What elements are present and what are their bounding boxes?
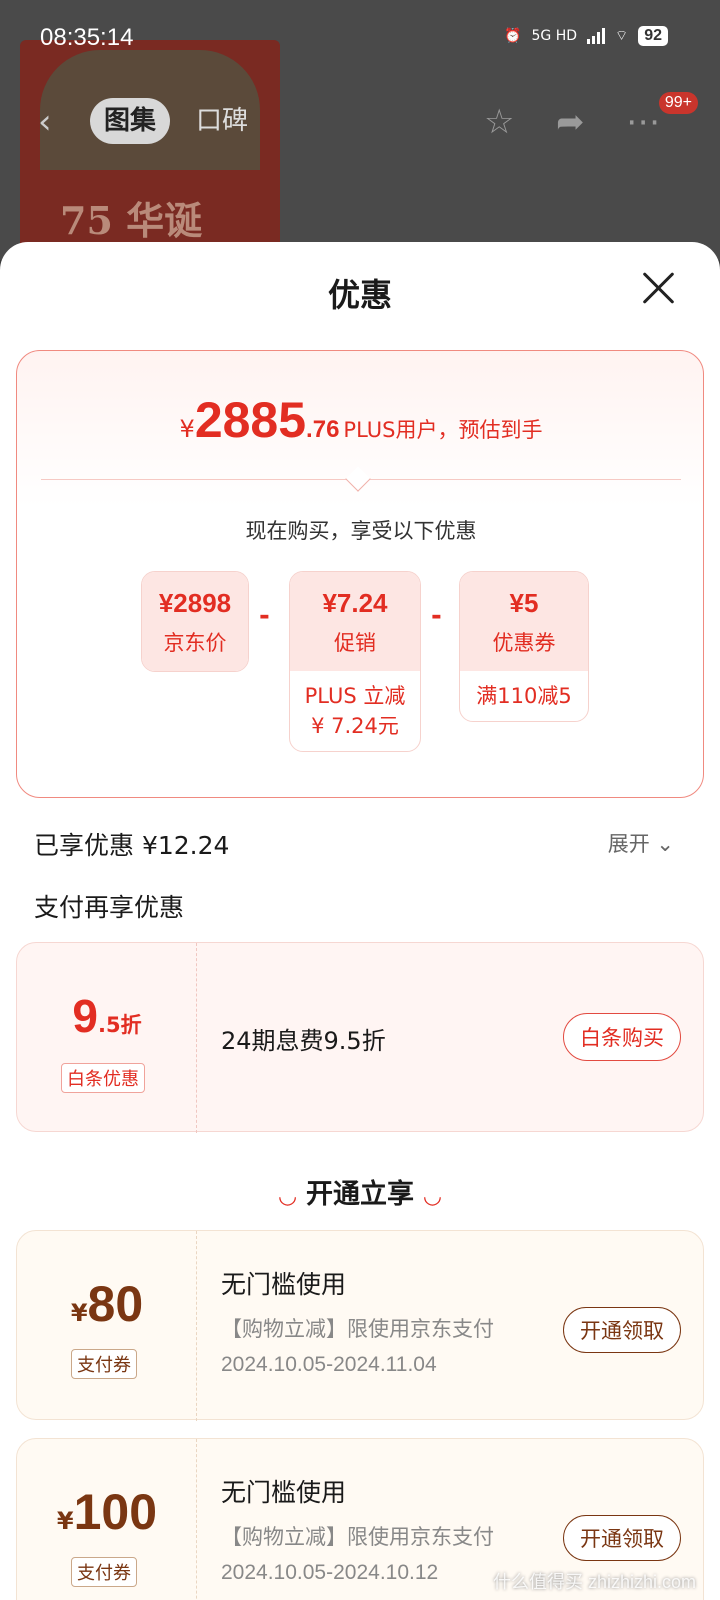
coupon-left: ¥100 支付券 <box>17 1439 197 1600</box>
message-badge: 99+ <box>658 92 698 114</box>
coupon-currency: ¥ <box>70 1299 88 1327</box>
signal-icon <box>587 28 606 44</box>
breakdown-jd-price: ¥2898 京东价 <box>141 571 249 672</box>
coupon-title: 无门槛使用 <box>221 1270 347 1299</box>
price-integer: 2885 <box>194 392 307 448</box>
smile-icon: ◡ <box>279 1184 296 1209</box>
minus-sign: - <box>431 601 442 631</box>
smile-icon: ◡ <box>424 1184 441 1209</box>
coupon-date: 2024.10.05-2024.11.04 <box>221 1353 437 1376</box>
buy-note: 现在购买，享受以下优惠 <box>245 519 477 543</box>
baitiao-desc: 24期息费9.5折 <box>221 1027 386 1055</box>
sheet-title: 优惠 <box>327 276 392 314</box>
tab-reviews[interactable]: 口碑 <box>182 98 262 144</box>
status-time: 08:35:14 <box>40 24 134 51</box>
breakdown-label: 京东价 <box>163 631 227 655</box>
price-summary-card: ¥2885.76 PLUS用户，预估到手 现在购买，享受以下优惠 ¥2898 京东… <box>16 350 704 798</box>
coupon-tag: 支付券 <box>71 1557 137 1587</box>
baitiao-rate: 9.5折 <box>17 989 197 1043</box>
coupon-value: 80 <box>87 1276 144 1332</box>
coupon-claim-button[interactable]: 开通领取 <box>563 1307 681 1353</box>
open-header-label: 开通立享 <box>306 1179 414 1210</box>
price-decimal: .76 <box>306 416 340 443</box>
share-icon[interactable]: ➦ <box>556 102 585 142</box>
expand-button[interactable]: 展开 ⌄ <box>608 828 674 858</box>
coupon-desc: 【购物立减】限使用京东支付 <box>221 1525 494 1549</box>
coupon-title: 无门槛使用 <box>221 1478 347 1507</box>
breakdown-amount: ¥2898 <box>158 588 232 618</box>
status-bar: 08:35:14 ⏰ 5G HD ⌔ 92 <box>0 0 720 80</box>
divider <box>41 466 681 492</box>
top-nav: ‹ 图集 口碑 ☆ ➦ ⋯ <box>0 92 720 152</box>
enjoyed-discount: 已享优惠 ¥12.24 <box>34 831 230 860</box>
alarm-icon: ⏰ <box>504 28 522 44</box>
baitiao-left: 9.5折 白条优惠 <box>17 943 197 1133</box>
coupon-card: ¥80 支付券 无门槛使用 【购物立减】限使用京东支付 2024.10.05-2… <box>16 1230 704 1421</box>
rate-big: 9 <box>72 990 98 1042</box>
pay-section-title: 支付再享优惠 <box>34 893 185 922</box>
coupon-value: 100 <box>73 1484 158 1540</box>
product-art-text: 75 华诞 <box>60 198 203 243</box>
minus-sign: - <box>259 601 270 631</box>
battery-indicator: 92 <box>638 26 668 46</box>
wifi-icon: ⌔ <box>615 28 629 44</box>
coupon-currency: ¥ <box>56 1507 74 1535</box>
coupon-date: 2024.10.05-2024.10.12 <box>221 1561 439 1584</box>
expand-label: 展开 <box>607 832 650 856</box>
discount-sheet: 优惠 ¥2885.76 PLUS用户，预估到手 现在购买，享受以下优惠 ¥2898… <box>0 242 720 1600</box>
coupon-tag: 支付券 <box>71 1349 137 1379</box>
baitiao-buy-button[interactable]: 白条购买 <box>563 1013 681 1061</box>
coupon-desc: 【购物立减】限使用京东支付 <box>221 1317 494 1341</box>
chevron-down-icon: ⌄ <box>656 832 674 856</box>
close-icon[interactable] <box>640 270 676 306</box>
breakdown-coupon: ¥5 优惠券 满110减5 <box>459 571 589 722</box>
breakdown-detail: PLUS 立减 <box>304 684 406 708</box>
status-icons: ⏰ 5G HD ⌔ 92 <box>504 26 668 46</box>
breakdown-promotion: ¥7.24 促销 PLUS 立减 ¥ 7.24元 <box>289 571 421 752</box>
price-note: PLUS用户，预估到手 <box>343 418 543 442</box>
back-button[interactable]: ‹ <box>38 102 68 142</box>
baitiao-tag: 白条优惠 <box>61 1063 145 1093</box>
breakdown-detail: 满110减5 <box>476 684 572 708</box>
coupon-amount: ¥100 <box>17 1483 197 1541</box>
rate-small: .5折 <box>98 1013 142 1037</box>
breakdown-label: 促销 <box>334 631 376 655</box>
breakdown-detail: ¥ 7.24元 <box>311 714 399 738</box>
breakdown-label: 优惠券 <box>492 631 556 655</box>
coupon-amount: ¥80 <box>17 1275 197 1333</box>
coupon-left: ¥80 支付券 <box>17 1231 197 1421</box>
network-label: 5G HD <box>531 28 578 44</box>
breakdown-amount: ¥5 <box>509 588 539 618</box>
star-icon[interactable]: ☆ <box>484 102 514 142</box>
final-price: ¥2885.76 PLUS用户，预估到手 <box>17 391 705 449</box>
tab-gallery[interactable]: 图集 <box>90 98 171 144</box>
breakdown-amount: ¥7.24 <box>322 588 388 618</box>
coupon-claim-button[interactable]: 开通领取 <box>563 1515 681 1561</box>
baitiao-offer-card: 9.5折 白条优惠 24期息费9.5折 白条购买 <box>16 942 704 1133</box>
watermark: 什么值得买 zhizhizhi.com <box>492 1572 696 1592</box>
open-section-header: ◡ 开通立享 ◡ <box>0 1172 720 1211</box>
more-icon[interactable]: ⋯ <box>626 102 660 142</box>
price-currency: ¥ <box>179 415 195 443</box>
